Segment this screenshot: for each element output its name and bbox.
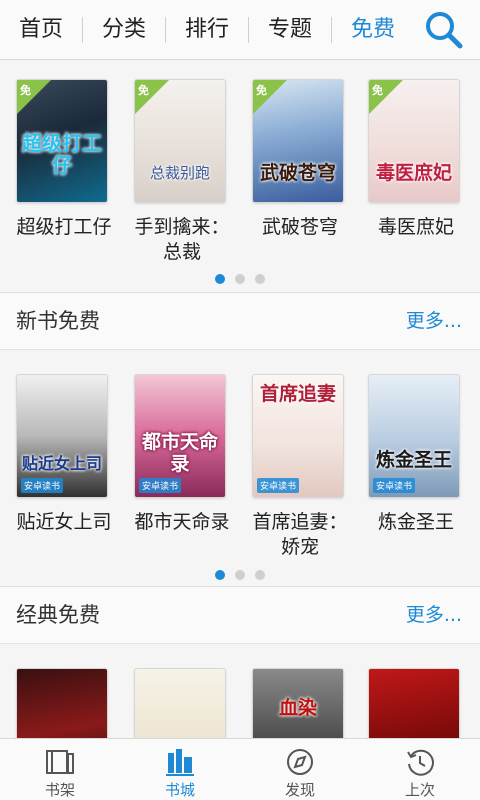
pager-dot-active[interactable] xyxy=(215,570,225,580)
book-cover: 首席追妻 安卓读书 xyxy=(252,374,344,498)
compass-icon xyxy=(287,749,313,775)
search-button[interactable] xyxy=(422,8,466,52)
pager-dot-active[interactable] xyxy=(215,274,225,284)
free-badge-label: 免 xyxy=(20,84,31,97)
book-cover: 免 超级打工仔 xyxy=(16,79,108,203)
bottom-nav-bookstore[interactable]: 书城 xyxy=(120,739,240,800)
book-cover xyxy=(368,668,460,738)
bottom-nav-label: 发现 xyxy=(284,781,315,799)
book-cover: 贴近女上司 安卓读书 xyxy=(16,374,108,498)
tab-free[interactable]: 免费 xyxy=(332,0,414,60)
book-item[interactable]: 免 毒医庶妃 毒医庶妃 xyxy=(368,79,464,240)
pager-dot[interactable] xyxy=(255,570,265,580)
publisher-tag: 安卓读书 xyxy=(139,478,182,493)
cover-title: 总裁别跑 xyxy=(149,164,210,182)
book-cover: 免 总裁别跑 xyxy=(134,79,226,203)
book-title: 炼金圣王 xyxy=(377,511,454,533)
book-item[interactable] xyxy=(134,668,230,738)
book-title: 武破苍穹 xyxy=(261,216,338,238)
book-cover: 炼金圣王 安卓读书 xyxy=(368,374,460,498)
section-header-classic-free: 经典免费 更多... xyxy=(0,586,480,644)
book-cover: 血染 xyxy=(252,668,344,738)
book-item[interactable]: 免 武破苍穹 武破苍穹 xyxy=(252,79,348,240)
bookshelf-icon xyxy=(46,750,74,774)
history-icon xyxy=(407,749,434,776)
publisher-tag: 安卓读书 xyxy=(373,478,416,493)
tab-topics[interactable]: 专题 xyxy=(249,0,331,60)
carousel-pager xyxy=(0,274,480,284)
publisher-tag: 安卓读书 xyxy=(257,478,300,493)
free-badge-label: 免 xyxy=(138,84,149,97)
book-item[interactable]: 血染 xyxy=(252,668,348,738)
classic-free-carousel[interactable]: 血染 xyxy=(0,644,480,738)
book-title: 手到擒来：总裁 xyxy=(134,216,230,263)
book-title: 毒医庶妃 xyxy=(377,216,454,238)
book-item[interactable]: 炼金圣王 安卓读书 炼金圣王 xyxy=(368,374,464,535)
bottom-nav-last-read[interactable]: 上次 xyxy=(360,739,480,800)
pager-dot[interactable] xyxy=(235,570,245,580)
book-title: 贴近女上司 xyxy=(16,511,112,533)
cover-title: 血染 xyxy=(278,697,317,719)
search-icon xyxy=(426,12,463,49)
book-item[interactable]: 免 超级打工仔 超级打工仔 xyxy=(16,79,112,240)
more-link[interactable]: 更多... xyxy=(406,293,462,349)
cover-title: 贴近女上司 xyxy=(21,454,102,473)
cover-title: 都市天命录 xyxy=(141,431,218,475)
book-cover: 免 武破苍穹 xyxy=(252,79,344,203)
cover-title: 毒医庶妃 xyxy=(375,162,452,184)
publisher-tag: 安卓读书 xyxy=(21,478,64,493)
book-item[interactable]: 免 总裁别跑 手到擒来：总裁 xyxy=(134,79,230,265)
bottom-nav-label: 书城 xyxy=(164,781,195,799)
tab-category[interactable]: 分类 xyxy=(83,0,165,60)
book-cover: 都市天命录 安卓读书 xyxy=(134,374,226,498)
tab-ranking[interactable]: 排行 xyxy=(166,0,248,60)
more-link[interactable]: 更多... xyxy=(406,587,462,643)
bookstore-icon xyxy=(166,749,194,776)
book-title: 首席追妻：娇宠 xyxy=(252,511,348,558)
book-cover: 免 毒医庶妃 xyxy=(368,79,460,203)
new-free-carousel[interactable]: 贴近女上司 安卓读书 贴近女上司 都市天命录 安卓读书 都市天命录 首席追妻 安… xyxy=(0,350,480,586)
carousel-pager xyxy=(0,570,480,580)
book-item[interactable]: 贴近女上司 安卓读书 贴近女上司 xyxy=(16,374,112,535)
free-badge-label: 免 xyxy=(372,84,383,97)
book-title: 超级打工仔 xyxy=(16,216,112,238)
book-item[interactable] xyxy=(368,668,464,738)
book-item[interactable]: 都市天命录 安卓读书 都市天命录 xyxy=(134,374,230,535)
bottom-nav-label: 书架 xyxy=(44,781,75,799)
pager-dot[interactable] xyxy=(235,274,245,284)
bottom-nav: 书架 书城 发现 上次 xyxy=(0,738,480,800)
bottom-nav-bookshelf[interactable]: 书架 xyxy=(0,739,120,800)
bottom-nav-label: 上次 xyxy=(404,781,435,799)
cover-title: 炼金圣王 xyxy=(375,449,452,471)
cover-title: 首席追妻 xyxy=(259,383,336,405)
book-item[interactable] xyxy=(16,668,112,738)
bottom-nav-discover[interactable]: 发现 xyxy=(240,739,360,800)
free-badge-label: 免 xyxy=(256,84,267,97)
book-item[interactable]: 首席追妻 安卓读书 首席追妻：娇宠 xyxy=(252,374,348,560)
top-nav: 首页 分类 排行 专题 免费 xyxy=(0,0,480,60)
book-cover xyxy=(16,668,108,738)
section-title: 新书免费 xyxy=(16,309,100,333)
tab-home[interactable]: 首页 xyxy=(0,0,82,60)
section-header-new-free: 新书免费 更多... xyxy=(0,292,480,350)
cover-title: 武破苍穹 xyxy=(259,162,336,184)
section-title: 经典免费 xyxy=(16,603,100,627)
pager-dot[interactable] xyxy=(255,274,265,284)
cover-title: 超级打工仔 xyxy=(22,131,102,177)
book-cover xyxy=(134,668,226,738)
book-title: 都市天命录 xyxy=(134,511,230,533)
featured-carousel[interactable]: 免 超级打工仔 超级打工仔 免 总裁别跑 手到擒来：总裁 免 武破苍穹 武破苍穹… xyxy=(0,61,480,295)
